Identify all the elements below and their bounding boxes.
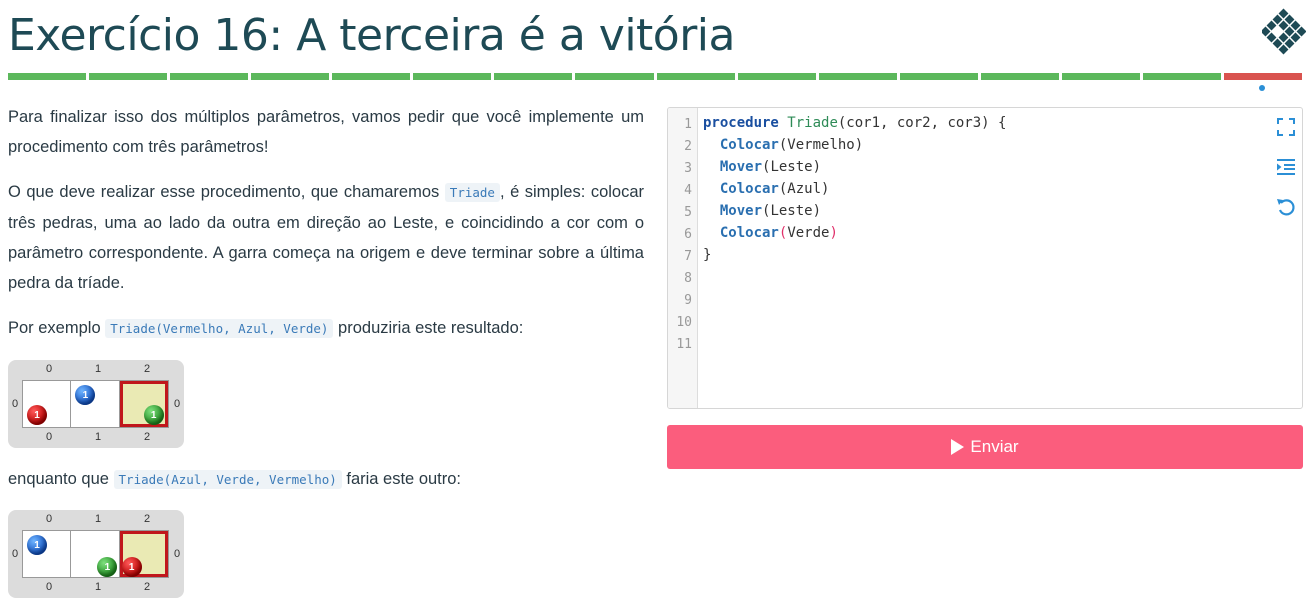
submit-button-label: Enviar [970, 437, 1019, 456]
description-paragraph-3: Por exemplo Triade(Vermelho, Azul, Verde… [8, 319, 524, 338]
line-number: 3 [684, 161, 692, 176]
progress-segment[interactable] [1223, 73, 1302, 80]
code-line-3[interactable]: Mover(Leste) [703, 159, 821, 175]
progress-segment[interactable] [818, 73, 897, 80]
logo-icon[interactable] [1262, 8, 1306, 56]
code-line-6[interactable]: Colocar(Verde) [703, 225, 838, 241]
board-column-label: 2 [144, 513, 151, 525]
red-stone: 1 [121, 557, 142, 577]
line-number: 8 [684, 271, 692, 286]
board-column-label: 2 [144, 581, 151, 593]
line-number: 9 [684, 293, 692, 308]
line-number: 11 [676, 337, 692, 352]
board-cell-head: 1 [119, 381, 169, 427]
progress-segment[interactable] [737, 73, 816, 80]
red-stone: 1 [27, 405, 47, 425]
progress-segment[interactable] [899, 73, 978, 80]
board-cell: 1 [23, 531, 72, 577]
line-number: 4 [684, 183, 692, 198]
board-cell-head: 1 [119, 531, 169, 577]
green-stone: 1 [97, 557, 118, 577]
blue-stone: 1 [27, 535, 47, 555]
page-title: Exercício 16: A terceira é a vitória [8, 10, 736, 61]
board-row-label: 0 [174, 548, 181, 560]
board-column-label: 0 [46, 513, 53, 525]
board-column-label: 0 [46, 431, 53, 443]
board-column-label: 1 [95, 363, 102, 375]
board-column-label: 2 [144, 431, 151, 443]
board-column-label: 1 [95, 513, 102, 525]
submit-button[interactable]: Enviar [667, 425, 1303, 469]
code-line-2[interactable]: Colocar(Vermelho) [703, 137, 863, 153]
progress-segment[interactable] [413, 73, 492, 80]
line-number: 6 [684, 227, 692, 242]
line-number: 10 [676, 315, 692, 330]
fullscreen-icon[interactable] [1275, 116, 1297, 138]
play-icon [951, 439, 965, 455]
code-line-5[interactable]: Mover(Leste) [703, 203, 821, 219]
progress-segment[interactable] [494, 73, 573, 80]
code-snippet-triade: Triade [444, 183, 500, 202]
progress-segment[interactable] [1142, 73, 1221, 80]
board-grid: 111 [22, 530, 169, 578]
code-line-4[interactable]: Colocar(Azul) [703, 181, 830, 197]
board-row-label: 0 [12, 398, 19, 410]
board-cell: 1 [71, 531, 120, 577]
progress-segment[interactable] [1061, 73, 1140, 80]
code-snippet-example-2: Triade(Azul, Verde, Vermelho) [113, 470, 342, 489]
example-board-2: 00112200111 [8, 510, 184, 598]
progress-segment[interactable] [332, 73, 411, 80]
exercise-description: Para finalizar isso dos múltiplos parâme… [8, 102, 644, 359]
code-line-1[interactable]: procedure Triade(cor1, cor2, cor3) { [703, 115, 1006, 131]
line-number: 2 [684, 139, 692, 154]
board-column-label: 1 [95, 431, 102, 443]
description-paragraph-1: Para finalizar isso dos múltiplos parâme… [8, 108, 644, 156]
exercise-progress-bar [8, 73, 1302, 80]
reset-icon[interactable] [1275, 196, 1297, 218]
board-row-label: 0 [174, 398, 181, 410]
blue-stone: 1 [75, 385, 96, 405]
current-exercise-indicator [1259, 85, 1265, 91]
line-number: 7 [684, 249, 692, 264]
board-row-label: 0 [12, 548, 19, 560]
code-snippet-example-1: Triade(Vermelho, Azul, Verde) [105, 319, 334, 338]
progress-segment[interactable] [89, 73, 168, 80]
board-column-label: 1 [95, 581, 102, 593]
example-board-1: 00112200111 [8, 360, 184, 448]
board-cell: 1 [23, 381, 72, 427]
progress-segment[interactable] [980, 73, 1059, 80]
code-line-7[interactable]: } [703, 247, 711, 263]
progress-segment[interactable] [656, 73, 735, 80]
description-paragraph-4: enquanto que Triade(Azul, Verde, Vermelh… [8, 470, 462, 489]
indent-icon[interactable] [1275, 156, 1297, 178]
board-column-label: 0 [46, 581, 53, 593]
progress-segment[interactable] [575, 73, 654, 80]
board-column-label: 0 [46, 363, 53, 375]
line-number: 1 [684, 117, 692, 132]
progress-segment[interactable] [8, 73, 87, 80]
code-editor[interactable]: 1 2 3 4 5 6 7 8 9 10 11 procedure Triade(cor1, cor… [667, 107, 1303, 409]
description-paragraph-2: O que deve realizar esse procedimento, q… [8, 183, 645, 292]
line-number-gutter: 1 2 3 4 5 6 7 8 9 10 11 [668, 108, 698, 408]
green-stone: 1 [143, 405, 164, 425]
progress-segment[interactable] [170, 73, 249, 80]
board-grid: 1 1 1 [22, 380, 169, 428]
line-number: 5 [684, 205, 692, 220]
board-column-label: 2 [144, 363, 151, 375]
board-cell: 1 [71, 381, 120, 427]
progress-segment[interactable] [251, 73, 330, 80]
